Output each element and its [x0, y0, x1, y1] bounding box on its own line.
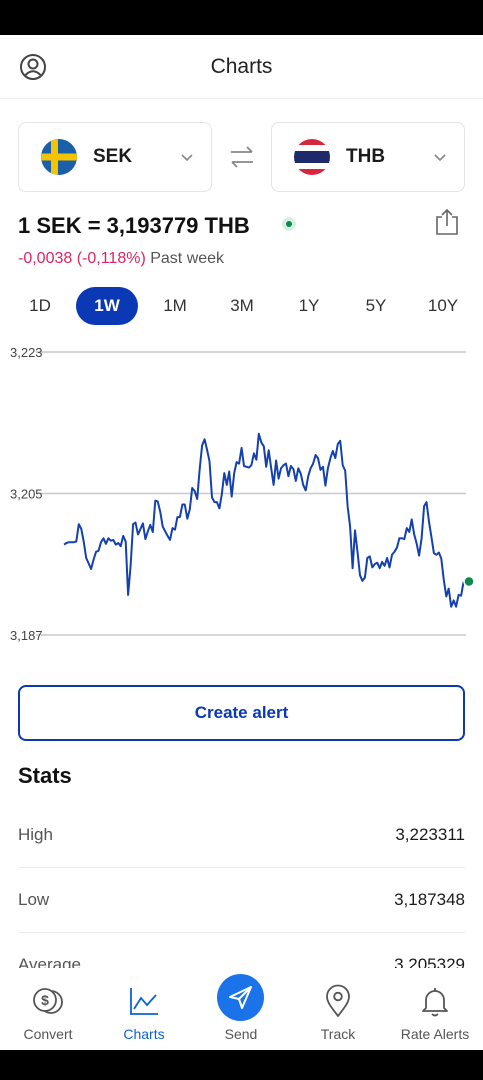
range-tab-1d[interactable]: 1D: [9, 287, 71, 325]
page-title: Charts: [210, 55, 273, 78]
line-chart-icon: [130, 988, 158, 1015]
tab-send[interactable]: Send: [193, 968, 289, 1050]
range-tab-1w[interactable]: 1W: [76, 287, 138, 325]
live-indicator-icon: [282, 217, 296, 231]
bottom-tab-bar: $ Convert Charts Send Track Rate Alerts: [0, 968, 483, 1050]
stat-value: 3,187348: [394, 890, 465, 909]
swap-currencies-icon[interactable]: [226, 142, 258, 172]
y-tick-label: 3,187: [10, 628, 43, 643]
y-tick-label: 3,223: [10, 345, 43, 360]
bell-icon: [422, 988, 448, 1017]
charts-screen: Charts SEK THB 1 SEK = 3,193779 THB -0,0…: [0, 35, 483, 1050]
tab-convert[interactable]: $ Convert: [0, 968, 96, 1050]
rate-chart-svg: 3,223 3,205 3,187: [10, 345, 475, 643]
tab-track[interactable]: Track: [290, 968, 386, 1050]
chevron-down-icon: [434, 154, 446, 162]
send-button: [217, 974, 264, 1021]
send-plane-icon: [229, 986, 252, 1009]
to-currency-picker[interactable]: THB: [271, 122, 465, 192]
system-navigation-bar: [0, 1050, 483, 1080]
to-currency-code: THB: [346, 146, 386, 167]
tab-label: Charts: [123, 1026, 165, 1042]
exchange-rate: 1 SEK = 3,193779 THB: [18, 213, 250, 238]
y-tick-label: 3,205: [10, 487, 43, 502]
rate-series-line: [63, 432, 467, 608]
stat-row-high: High 3,223311: [18, 803, 465, 868]
stats-title: Stats: [18, 763, 72, 788]
tab-label: Send: [224, 1026, 258, 1042]
rate-change: -0,0038 (-0,118%) Past week: [18, 250, 224, 268]
from-currency-picker[interactable]: SEK: [18, 122, 212, 192]
sweden-flag-icon: [41, 139, 77, 175]
range-tabs: 1D 1W 1M 3M 1Y 5Y 10Y: [0, 287, 483, 327]
convert-coins-icon: $: [33, 988, 63, 1014]
tab-rate-alerts[interactable]: Rate Alerts: [387, 968, 483, 1050]
svg-text:$: $: [41, 992, 49, 1008]
range-tab-3m[interactable]: 3M: [211, 287, 273, 325]
share-icon[interactable]: [434, 208, 460, 236]
range-tab-1y[interactable]: 1Y: [278, 287, 340, 325]
range-tab-10y[interactable]: 10Y: [412, 287, 474, 325]
stat-label: High: [18, 825, 53, 844]
rate-change-period: Past week: [150, 250, 225, 267]
tab-label: Rate Alerts: [400, 1026, 470, 1042]
stat-label: Low: [18, 890, 50, 909]
range-tab-1m[interactable]: 1M: [144, 287, 206, 325]
app-header: Charts: [0, 35, 483, 99]
tab-charts[interactable]: Charts: [96, 968, 192, 1050]
stat-row-low: Low 3,187348: [18, 868, 465, 933]
chevron-down-icon: [181, 154, 193, 162]
rate-chart: 3,223 3,205 3,187: [0, 335, 483, 655]
rate-change-value: -0,0038 (-0,118%): [18, 250, 146, 267]
stat-value: 3,223311: [395, 825, 465, 844]
range-tab-5y[interactable]: 5Y: [345, 287, 407, 325]
latest-point-marker: [463, 575, 475, 588]
location-pin-icon: [326, 984, 350, 1018]
tab-label: Convert: [23, 1026, 73, 1042]
status-bar: [0, 0, 483, 35]
tab-label: Track: [320, 1026, 356, 1042]
from-currency-code: SEK: [93, 146, 133, 167]
create-alert-button[interactable]: Create alert: [18, 685, 465, 741]
thailand-flag-icon: [294, 139, 330, 175]
